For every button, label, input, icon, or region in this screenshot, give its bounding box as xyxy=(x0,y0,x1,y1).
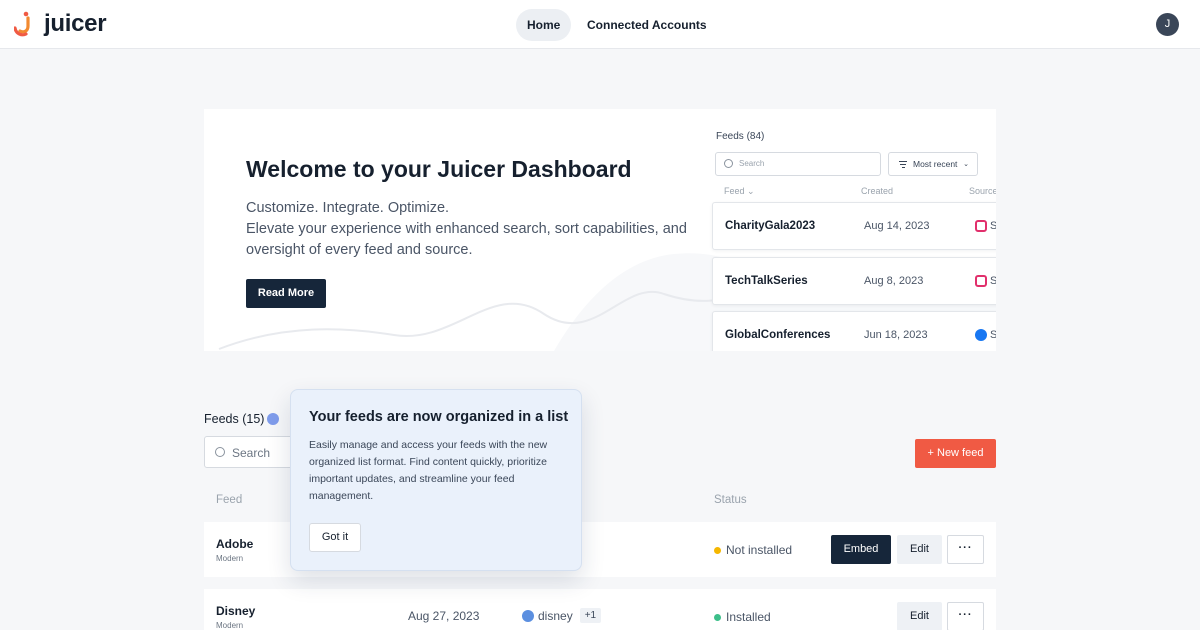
hero-description: Customize. Integrate. Optimize. Elevate … xyxy=(246,198,696,261)
preview-row: TechTalkSeries Aug 8, 2023 So xyxy=(712,257,996,305)
feeds-title: Feeds (15) xyxy=(204,412,265,426)
preview-col-source: Source xyxy=(969,186,996,196)
col-header-feed: Feed xyxy=(216,494,243,506)
preview-row-date: Aug 14, 2023 xyxy=(864,220,930,232)
preview-row-date: Jun 18, 2023 xyxy=(864,329,928,341)
instagram-icon xyxy=(975,275,987,287)
preview-title: Feeds (84) xyxy=(716,131,765,142)
juicer-logo-icon xyxy=(13,11,36,37)
feed-name[interactable]: Adobe xyxy=(216,537,253,551)
search-input[interactable]: Search xyxy=(204,436,304,468)
feed-type: Modern xyxy=(216,554,244,563)
feed-name[interactable]: Disney xyxy=(216,604,255,618)
preview-row: GlobalConferences Jun 18, 2023 S xyxy=(712,311,996,351)
preview-row-source: So xyxy=(990,275,996,287)
hero-desc-line2: Elevate your experience with enhanced se… xyxy=(246,221,687,258)
got-it-button[interactable]: Got it xyxy=(309,523,361,552)
feeds-preview: Feeds (84) Search Most recent ⌄ Feed ⌄ C… xyxy=(712,109,996,351)
preview-row-name: CharityGala2023 xyxy=(725,220,816,232)
source-name: disney xyxy=(538,608,573,623)
edit-button[interactable]: Edit xyxy=(897,535,942,564)
preview-row-source: S xyxy=(990,220,996,232)
tooltip-body: Easily manage and access your feeds with… xyxy=(309,439,548,502)
preview-col-created: Created xyxy=(861,186,894,196)
sort-icon xyxy=(899,161,907,170)
preview-row: CharityGala2023 Aug 14, 2023 S xyxy=(712,202,996,250)
chevron-down-icon: ⌄ xyxy=(963,161,969,168)
logo-text: juicer xyxy=(44,10,107,37)
search-icon xyxy=(724,159,733,168)
search-icon xyxy=(215,447,225,457)
read-more-button[interactable]: Read More xyxy=(246,279,326,308)
preview-sort-label: Most recent xyxy=(913,159,958,169)
preview-sort-select: Most recent ⌄ xyxy=(888,152,978,176)
hero-title: Welcome to your Juicer Dashboard xyxy=(246,156,632,182)
new-feed-button[interactable]: + New feed xyxy=(915,439,996,468)
logo[interactable]: juicer xyxy=(13,10,107,38)
facebook-icon xyxy=(975,329,987,341)
source-extra-count: +1 xyxy=(579,608,602,623)
preview-row-name: TechTalkSeries xyxy=(725,275,808,287)
col-header-status: Status xyxy=(714,494,747,506)
table-row[interactable]: Disney Modern Aug 27, 2023 disney +1 Ins… xyxy=(204,589,996,630)
search-placeholder: Search xyxy=(232,446,271,460)
preview-row-source: S xyxy=(990,329,996,341)
feed-type: Modern xyxy=(216,621,244,630)
feed-source: disney +1 xyxy=(522,608,602,623)
preview-col-feed: Feed ⌄ xyxy=(724,186,755,196)
edit-button[interactable]: Edit xyxy=(897,602,942,630)
tooltip-title: Your feeds are now organized in a list xyxy=(309,409,569,425)
hero-desc-line1: Customize. Integrate. Optimize. xyxy=(246,200,450,216)
more-options-button[interactable]: ··· xyxy=(947,602,984,630)
status-badge: Not installed xyxy=(714,543,792,557)
top-nav: juicer Home Connected Accounts J xyxy=(0,0,1200,49)
onboarding-tooltip: Your feeds are now organized in a list E… xyxy=(290,389,582,571)
avatar[interactable]: J xyxy=(1156,13,1179,36)
onboarding-beacon[interactable] xyxy=(267,413,279,425)
instagram-icon xyxy=(975,220,987,232)
twitter-icon xyxy=(522,609,534,622)
feed-date: Aug 27, 2023 xyxy=(408,609,480,623)
tab-home[interactable]: Home xyxy=(516,9,572,41)
status-badge: Installed xyxy=(714,610,771,624)
embed-button[interactable]: Embed xyxy=(831,535,891,564)
preview-search-input: Search xyxy=(715,152,881,176)
preview-search-placeholder: Search xyxy=(739,159,765,168)
tab-connected-accounts[interactable]: Connected Accounts xyxy=(576,9,718,41)
preview-row-name: GlobalConferences xyxy=(725,329,831,341)
welcome-banner: Welcome to your Juicer Dashboard Customi… xyxy=(204,109,996,351)
preview-row-date: Aug 8, 2023 xyxy=(864,275,924,287)
more-options-button[interactable]: ··· xyxy=(947,535,984,564)
